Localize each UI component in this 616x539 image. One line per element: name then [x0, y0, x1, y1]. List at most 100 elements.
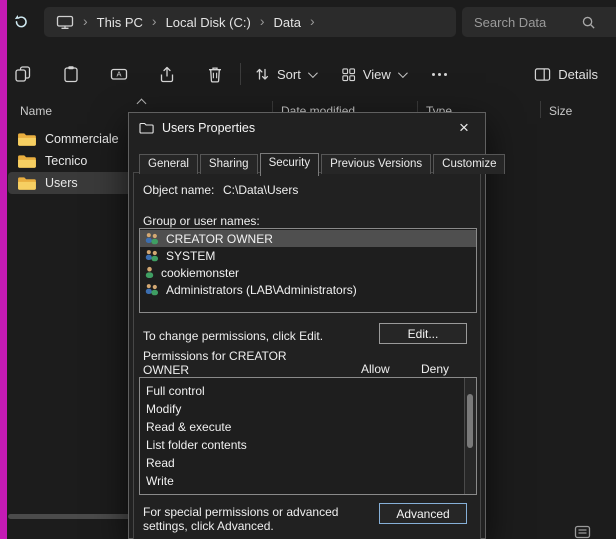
group-name: CREATOR OWNER [166, 232, 273, 246]
chevron-down-icon [308, 68, 318, 78]
sort-button[interactable]: Sort [254, 66, 315, 82]
group-row-system[interactable]: SYSTEM [140, 247, 476, 264]
refresh-button[interactable] [9, 10, 33, 34]
address-bar[interactable]: › This PC › Local Disk (C:) › Data › [44, 7, 456, 37]
breadcrumb-chevron-icon[interactable]: › [310, 14, 315, 28]
dialog-tabs: General Sharing Security Previous Versio… [139, 153, 505, 174]
group-name: Administrators (LAB\Administrators) [166, 283, 357, 297]
toolbar: A Sort [0, 54, 616, 94]
advanced-button[interactable]: Advanced [379, 503, 467, 524]
file-name: Commerciale [45, 132, 119, 146]
two-people-icon [144, 283, 160, 296]
paste-icon [62, 65, 80, 83]
share-icon [158, 65, 176, 83]
folder-icon [17, 132, 36, 147]
person-icon [144, 266, 155, 279]
group-row-creator-owner[interactable]: CREATOR OWNER [140, 230, 476, 247]
details-panel-icon [534, 67, 551, 82]
delete-button[interactable] [204, 61, 226, 87]
details-button[interactable]: Details [534, 67, 598, 82]
permission-name: Read & execute [146, 420, 231, 434]
breadcrumb-chevron-icon[interactable]: › [260, 14, 265, 28]
allow-column-label: Allow [361, 362, 390, 376]
edit-button[interactable]: Edit... [379, 323, 467, 344]
tab-previous-versions[interactable]: Previous Versions [321, 154, 431, 174]
breadcrumb-chevron-icon: › [83, 14, 88, 28]
permission-row-list-folder-contents[interactable]: List folder contents [140, 436, 476, 454]
copy-button[interactable] [12, 61, 34, 87]
more-button[interactable] [429, 61, 451, 87]
group-row-cookiemonster[interactable]: cookiemonster [140, 264, 476, 281]
column-size[interactable]: Size [549, 104, 572, 118]
search-input[interactable]: Search Data [462, 7, 616, 37]
tab-security[interactable]: Security [260, 153, 320, 176]
breadcrumb-this-pc[interactable]: This PC [97, 15, 143, 30]
permission-row-modify[interactable]: Modify [140, 400, 476, 418]
permission-row-full-control[interactable]: Full control [140, 382, 476, 400]
trash-icon [206, 65, 224, 83]
rename-button[interactable]: A [108, 61, 130, 87]
permission-name: List folder contents [146, 438, 247, 452]
refresh-icon [12, 13, 30, 31]
toolbar-divider [240, 63, 241, 85]
properties-folder-icon [139, 122, 154, 134]
view-toggle-icon[interactable] [574, 525, 592, 539]
paste-button[interactable] [60, 61, 82, 87]
group-user-listbox[interactable]: CREATOR OWNER SYSTEM cookiemonster [139, 228, 477, 313]
details-label: Details [558, 67, 598, 82]
permission-name: Full control [146, 384, 205, 398]
view-icon [341, 67, 356, 82]
chevron-down-icon [398, 68, 408, 78]
folder-icon [17, 176, 36, 191]
share-button[interactable] [156, 61, 178, 87]
breadcrumb-chevron-icon[interactable]: › [152, 14, 157, 28]
sort-icon [254, 66, 270, 82]
copy-icon [14, 65, 32, 83]
permissions-label: Permissions for CREATOR OWNER [143, 349, 303, 377]
view-button[interactable]: View [341, 67, 405, 82]
tab-customize[interactable]: Customize [433, 154, 505, 174]
permission-name: Write [146, 474, 174, 488]
sort-label: Sort [277, 67, 301, 82]
permission-row-read[interactable]: Read [140, 454, 476, 472]
permission-name: Read [146, 456, 175, 470]
sort-ascending-icon [137, 99, 147, 109]
folder-icon [17, 154, 36, 169]
tab-general[interactable]: General [139, 154, 198, 174]
dialog-title: Users Properties [162, 121, 255, 135]
two-people-icon [144, 232, 160, 245]
column-name[interactable]: Name [20, 104, 52, 118]
deny-column-label: Deny [421, 362, 449, 376]
advanced-hint: For special permissions or advanced sett… [143, 505, 375, 533]
group-list-label: Group or user names: [143, 214, 260, 228]
group-name: SYSTEM [166, 249, 215, 263]
edit-hint: To change permissions, click Edit. [143, 329, 323, 343]
permission-name: Modify [146, 402, 181, 416]
users-properties-dialog: Users Properties × General Sharing Secur… [128, 112, 486, 539]
view-label: View [363, 67, 391, 82]
permissions-scrollbar[interactable] [464, 378, 476, 494]
file-name: Tecnico [45, 154, 87, 168]
rename-icon: A [110, 65, 128, 83]
two-people-icon [144, 249, 160, 262]
object-name-value: C:\Data\Users [223, 183, 298, 197]
group-row-administrators[interactable]: Administrators (LAB\Administrators) [140, 281, 476, 298]
search-icon [581, 15, 596, 30]
file-name: Users [45, 176, 78, 190]
object-name-label: Object name: [143, 183, 214, 197]
screen: › This PC › Local Disk (C:) › Data › Sea… [0, 0, 616, 539]
breadcrumb-data[interactable]: Data [274, 15, 301, 30]
svg-text:A: A [116, 70, 121, 79]
permission-row-write[interactable]: Write [140, 472, 476, 490]
scrollbar-thumb[interactable] [467, 394, 473, 448]
ellipsis-icon [432, 73, 447, 76]
breadcrumb-local-disk[interactable]: Local Disk (C:) [166, 15, 251, 30]
dialog-title-bar[interactable]: Users Properties × [129, 113, 485, 143]
column-divider[interactable] [540, 101, 541, 118]
permissions-listbox[interactable]: Full control Modify Read & execute List … [139, 377, 477, 495]
permission-row-read-execute[interactable]: Read & execute [140, 418, 476, 436]
search-placeholder: Search Data [474, 15, 546, 30]
tab-sharing[interactable]: Sharing [200, 154, 258, 174]
close-icon[interactable]: × [453, 117, 475, 139]
group-name: cookiemonster [161, 266, 239, 280]
